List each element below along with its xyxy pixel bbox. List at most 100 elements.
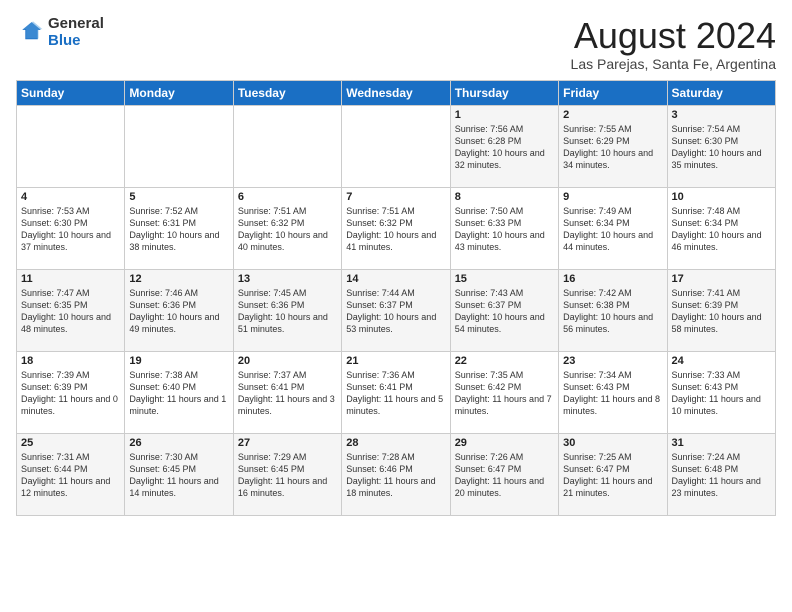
day-number: 23 bbox=[563, 355, 662, 367]
day-number: 17 bbox=[672, 273, 771, 285]
day-number: 11 bbox=[21, 273, 120, 285]
calendar-cell: 28 Sunrise: 7:28 AM Sunset: 6:46 PM Dayli… bbox=[342, 433, 450, 515]
day-number: 27 bbox=[238, 437, 337, 449]
calendar-cell: 7 Sunrise: 7:51 AM Sunset: 6:32 PM Daylig… bbox=[342, 187, 450, 269]
day-number: 8 bbox=[455, 191, 554, 203]
calendar-cell: 11 Sunrise: 7:47 AM Sunset: 6:35 PM Dayli… bbox=[17, 269, 125, 351]
calendar-cell bbox=[125, 105, 233, 187]
day-number: 4 bbox=[21, 191, 120, 203]
calendar-cell: 24 Sunrise: 7:33 AM Sunset: 6:43 PM Dayli… bbox=[667, 351, 775, 433]
day-number: 1 bbox=[455, 109, 554, 121]
calendar-cell: 2 Sunrise: 7:55 AM Sunset: 6:29 PM Daylig… bbox=[559, 105, 667, 187]
calendar-cell: 25Sunrise: 7:31 AM Sunset: 6:44 PM Dayli… bbox=[17, 433, 125, 515]
day-number: 21 bbox=[346, 355, 445, 367]
day-number: 25 bbox=[21, 437, 120, 449]
calendar-cell: 18Sunrise: 7:39 AM Sunset: 6:39 PM Dayli… bbox=[17, 351, 125, 433]
calendar-table: SundayMondayTuesdayWednesdayThursdayFrid… bbox=[16, 80, 776, 516]
weekday-header-thursday: Thursday bbox=[450, 80, 558, 105]
calendar-cell: 12 Sunrise: 7:46 AM Sunset: 6:36 PM Dayli… bbox=[125, 269, 233, 351]
day-number: 9 bbox=[563, 191, 662, 203]
day-number: 28 bbox=[346, 437, 445, 449]
logo-icon bbox=[16, 19, 44, 47]
week-row-5: 25Sunrise: 7:31 AM Sunset: 6:44 PM Dayli… bbox=[17, 433, 776, 515]
day-info: Sunrise: 7:33 AM Sunset: 6:43 PM Dayligh… bbox=[672, 369, 771, 418]
day-info: Sunrise: 7:47 AM Sunset: 6:35 PM Dayligh… bbox=[21, 287, 120, 336]
title-block: August 2024 Las Parejas, Santa Fe, Argen… bbox=[571, 16, 776, 72]
location: Las Parejas, Santa Fe, Argentina bbox=[571, 56, 776, 72]
logo-text: General Blue bbox=[48, 16, 104, 49]
calendar-cell: 26Sunrise: 7:30 AM Sunset: 6:45 PM Dayli… bbox=[125, 433, 233, 515]
week-row-4: 18Sunrise: 7:39 AM Sunset: 6:39 PM Dayli… bbox=[17, 351, 776, 433]
logo: General Blue bbox=[16, 16, 104, 49]
day-number: 14 bbox=[346, 273, 445, 285]
day-number: 20 bbox=[238, 355, 337, 367]
day-info: Sunrise: 7:51 AM Sunset: 6:32 PM Dayligh… bbox=[346, 205, 445, 254]
day-info: Sunrise: 7:53 AM Sunset: 6:30 PM Dayligh… bbox=[21, 205, 120, 254]
weekday-header-tuesday: Tuesday bbox=[233, 80, 341, 105]
week-row-1: 1 Sunrise: 7:56 AM Sunset: 6:28 PM Daylig… bbox=[17, 105, 776, 187]
calendar-cell: 14Sunrise: 7:44 AM Sunset: 6:37 PM Dayli… bbox=[342, 269, 450, 351]
day-number: 29 bbox=[455, 437, 554, 449]
day-number: 2 bbox=[563, 109, 662, 121]
day-number: 6 bbox=[238, 191, 337, 203]
weekday-header-saturday: Saturday bbox=[667, 80, 775, 105]
day-info: Sunrise: 7:30 AM Sunset: 6:45 PM Dayligh… bbox=[129, 451, 228, 500]
day-number: 15 bbox=[455, 273, 554, 285]
day-number: 24 bbox=[672, 355, 771, 367]
day-info: Sunrise: 7:29 AM Sunset: 6:45 PM Dayligh… bbox=[238, 451, 337, 500]
calendar-cell: 10Sunrise: 7:48 AM Sunset: 6:34 PM Dayli… bbox=[667, 187, 775, 269]
calendar-cell: 1 Sunrise: 7:56 AM Sunset: 6:28 PM Daylig… bbox=[450, 105, 558, 187]
day-info: Sunrise: 7:54 AM Sunset: 6:30 PM Dayligh… bbox=[672, 123, 771, 172]
header: General Blue August 2024 Las Parejas, Sa… bbox=[16, 16, 776, 72]
calendar-cell: 20 Sunrise: 7:37 AM Sunset: 6:41 PM Dayli… bbox=[233, 351, 341, 433]
week-row-3: 11 Sunrise: 7:47 AM Sunset: 6:35 PM Dayli… bbox=[17, 269, 776, 351]
day-info: Sunrise: 7:41 AM Sunset: 6:39 PM Dayligh… bbox=[672, 287, 771, 336]
calendar-cell: 4 Sunrise: 7:53 AM Sunset: 6:30 PM Daylig… bbox=[17, 187, 125, 269]
day-info: Sunrise: 7:49 AM Sunset: 6:34 PM Dayligh… bbox=[563, 205, 662, 254]
calendar-cell: 30Sunrise: 7:25 AM Sunset: 6:47 PM Dayli… bbox=[559, 433, 667, 515]
calendar-cell: 31Sunrise: 7:24 AM Sunset: 6:48 PM Dayli… bbox=[667, 433, 775, 515]
weekday-header-friday: Friday bbox=[559, 80, 667, 105]
month-title: August 2024 bbox=[571, 16, 776, 56]
weekday-header-sunday: Sunday bbox=[17, 80, 125, 105]
calendar-cell: 6Sunrise: 7:51 AM Sunset: 6:32 PM Daylig… bbox=[233, 187, 341, 269]
day-info: Sunrise: 7:35 AM Sunset: 6:42 PM Dayligh… bbox=[455, 369, 554, 418]
day-number: 13 bbox=[238, 273, 337, 285]
calendar-cell bbox=[233, 105, 341, 187]
weekday-header-monday: Monday bbox=[125, 80, 233, 105]
logo-blue-text: Blue bbox=[48, 33, 104, 50]
calendar-cell: 27 Sunrise: 7:29 AM Sunset: 6:45 PM Dayli… bbox=[233, 433, 341, 515]
calendar-cell: 9 Sunrise: 7:49 AM Sunset: 6:34 PM Daylig… bbox=[559, 187, 667, 269]
calendar-cell: 21Sunrise: 7:36 AM Sunset: 6:41 PM Dayli… bbox=[342, 351, 450, 433]
calendar-cell: 19 Sunrise: 7:38 AM Sunset: 6:40 PM Dayli… bbox=[125, 351, 233, 433]
day-info: Sunrise: 7:34 AM Sunset: 6:43 PM Dayligh… bbox=[563, 369, 662, 418]
calendar-cell: 23 Sunrise: 7:34 AM Sunset: 6:43 PM Dayli… bbox=[559, 351, 667, 433]
calendar-cell: 22Sunrise: 7:35 AM Sunset: 6:42 PM Dayli… bbox=[450, 351, 558, 433]
day-info: Sunrise: 7:45 AM Sunset: 6:36 PM Dayligh… bbox=[238, 287, 337, 336]
day-info: Sunrise: 7:39 AM Sunset: 6:39 PM Dayligh… bbox=[21, 369, 120, 418]
day-info: Sunrise: 7:24 AM Sunset: 6:48 PM Dayligh… bbox=[672, 451, 771, 500]
calendar-cell: 15Sunrise: 7:43 AM Sunset: 6:37 PM Dayli… bbox=[450, 269, 558, 351]
logo-general-text: General bbox=[48, 16, 104, 33]
day-info: Sunrise: 7:56 AM Sunset: 6:28 PM Dayligh… bbox=[455, 123, 554, 172]
day-number: 7 bbox=[346, 191, 445, 203]
weekday-header-row: SundayMondayTuesdayWednesdayThursdayFrid… bbox=[17, 80, 776, 105]
calendar-cell: 17 Sunrise: 7:41 AM Sunset: 6:39 PM Dayli… bbox=[667, 269, 775, 351]
day-number: 16 bbox=[563, 273, 662, 285]
calendar-cell: 3 Sunrise: 7:54 AM Sunset: 6:30 PM Daylig… bbox=[667, 105, 775, 187]
day-number: 30 bbox=[563, 437, 662, 449]
calendar-cell: 29 Sunrise: 7:26 AM Sunset: 6:47 PM Dayli… bbox=[450, 433, 558, 515]
day-info: Sunrise: 7:28 AM Sunset: 6:46 PM Dayligh… bbox=[346, 451, 445, 500]
calendar-cell: 8 Sunrise: 7:50 AM Sunset: 6:33 PM Daylig… bbox=[450, 187, 558, 269]
day-info: Sunrise: 7:38 AM Sunset: 6:40 PM Dayligh… bbox=[129, 369, 228, 418]
day-number: 19 bbox=[129, 355, 228, 367]
day-number: 12 bbox=[129, 273, 228, 285]
day-info: Sunrise: 7:55 AM Sunset: 6:29 PM Dayligh… bbox=[563, 123, 662, 172]
calendar-cell: 13 Sunrise: 7:45 AM Sunset: 6:36 PM Dayli… bbox=[233, 269, 341, 351]
day-info: Sunrise: 7:50 AM Sunset: 6:33 PM Dayligh… bbox=[455, 205, 554, 254]
day-info: Sunrise: 7:26 AM Sunset: 6:47 PM Dayligh… bbox=[455, 451, 554, 500]
day-info: Sunrise: 7:46 AM Sunset: 6:36 PM Dayligh… bbox=[129, 287, 228, 336]
day-info: Sunrise: 7:37 AM Sunset: 6:41 PM Dayligh… bbox=[238, 369, 337, 418]
day-number: 3 bbox=[672, 109, 771, 121]
day-info: Sunrise: 7:48 AM Sunset: 6:34 PM Dayligh… bbox=[672, 205, 771, 254]
